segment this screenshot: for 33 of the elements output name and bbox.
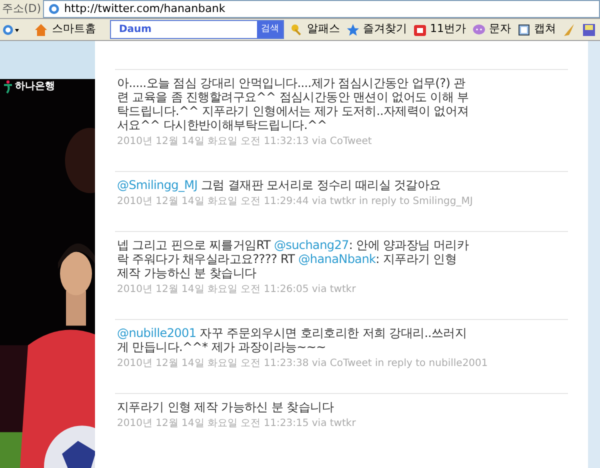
search-field[interactable]: Daum 검색	[110, 20, 284, 39]
tweet-text: 아.....오늘 점심 강대리 안먹입니다....제가 점심시간동안 업무(?) 관련 교육을 좀 진행할려구요^^ 점심시간동안 맨션이 없어도 이해 부탁드립니다.^^ 지푸라기 인형에서는 제가 도저히..자제력이 없어져서요^^ 다시한반이해부탁드립니다.^^	[117, 76, 469, 132]
tweet-text: @Smilingg_MJ 그럼 결재판 모서리로 정수리 때리실 것갈아요	[117, 178, 442, 192]
toolbar-button[interactable]: 문자	[472, 21, 511, 38]
toolbar-button[interactable]: 알패스	[290, 21, 340, 38]
tweet-meta: 2010년 12월 14일 화요일 오전 11:32:13 via CoTweet	[117, 135, 373, 149]
browser-icon	[48, 3, 60, 15]
tweet-text: @nubille2001 자꾸 주문외우시면 호리호리한 저희 강대리..쓰러지게 만듭니다.^^* 제가 과장이라능~~~	[117, 326, 468, 354]
star-icon	[346, 22, 360, 36]
tweet-meta: 2010년 12월 14일 화요일 오전 11:26:05 via twtkr	[117, 283, 357, 297]
tweet-meta: 2010년 12월 14일 화요일 오전 11:23:15 via twtkr	[117, 417, 357, 431]
home-icon	[34, 22, 48, 36]
address-field[interactable]: http://twitter.com/hananbank	[43, 0, 600, 18]
home-button[interactable]: 스마트홈	[34, 21, 96, 38]
shop-icon	[413, 22, 427, 36]
save-icon[interactable]	[582, 22, 596, 36]
toolbar-button[interactable]: 즐겨찾기	[346, 21, 407, 38]
search-logo: Daum	[118, 23, 153, 37]
chat-bubble-icon	[472, 22, 486, 36]
tweet-text: 넵 그리고 핀으로 찌를거임RT @suchang27: 안에 양과장님 머리카락 주워다가 채우실라고요???? RT @hanaNbank: 지푸라기 인형 제작 가능하신 분 찾습니다	[117, 238, 469, 280]
key-icon	[290, 22, 304, 36]
toolbar-button[interactable]: 11번가	[413, 21, 466, 38]
bank-logo: 하나은행	[15, 80, 55, 94]
url-text: http://twitter.com/hananbank	[64, 0, 226, 17]
toolbar-button[interactable]: 캡쳐	[517, 21, 556, 38]
search-button[interactable]: 검색	[257, 21, 283, 38]
tweet-meta: 2010년 12월 14일 화요일 오전 11:29:44 via twtkr in reply to Smilingg_MJ	[117, 195, 474, 209]
bank-logo-icon	[3, 80, 13, 94]
browser-menu-icon[interactable]	[2, 24, 20, 36]
tweet-meta: 2010년 12월 14일 화요일 오전 11:23:38 via CoTweet in reply to nubille2001	[117, 357, 489, 371]
tweet-text: 지푸라기 인형 제작 가능하신 분 찾습니다	[117, 400, 335, 414]
capture-icon	[517, 22, 531, 36]
address-label: 주소(D)	[1, 0, 42, 17]
